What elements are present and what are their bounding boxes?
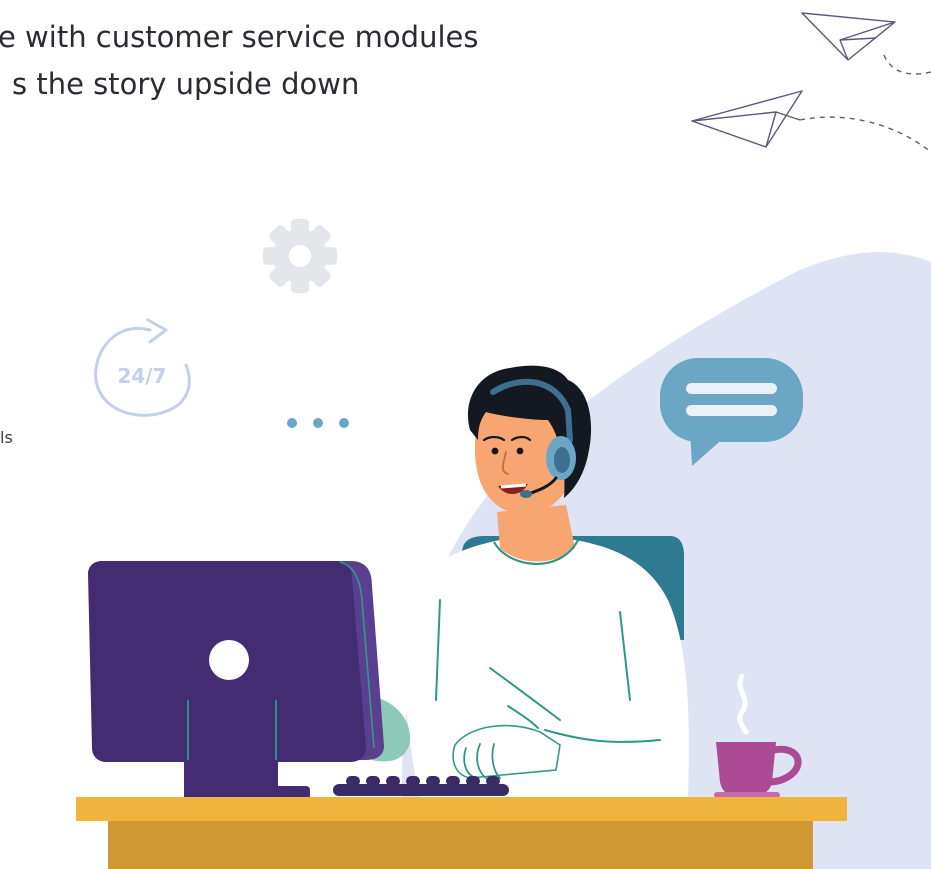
monitor (88, 561, 384, 800)
typing-bubble-icon (240, 377, 395, 494)
paper-plane-icon (801, 12, 931, 75)
24-7-clock-icon: 24/7 (94, 318, 191, 417)
neck (497, 505, 575, 562)
gear-icon (263, 219, 337, 293)
badge-24-7: 24/7 (117, 364, 166, 388)
customer-service-illustration: 24/7 (76, 12, 931, 869)
desk (76, 797, 847, 869)
paper-plane-icon (691, 90, 931, 153)
